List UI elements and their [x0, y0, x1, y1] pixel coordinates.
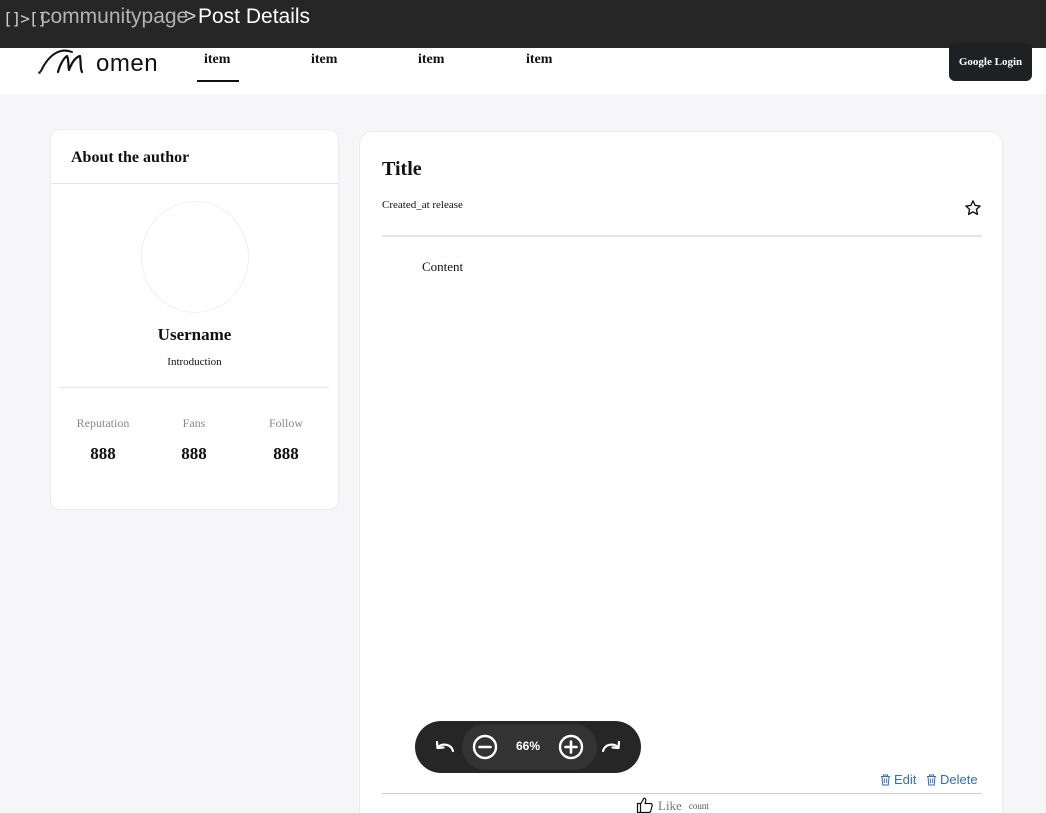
top-navbar: omen item item item item [0, 48, 1046, 94]
breadcrumb-parent[interactable]: communitypage [40, 4, 188, 30]
delete-button[interactable]: Delete [926, 772, 978, 787]
zoom-out-icon [472, 734, 498, 760]
breadcrumb-separator: > [184, 5, 197, 28]
app-logo[interactable]: omen [36, 48, 159, 82]
like-count: count [688, 801, 709, 811]
logo-text: omen [96, 50, 159, 77]
like-button[interactable]: Like count [636, 796, 709, 813]
post-content: Content [422, 259, 464, 274]
like-label: Like [658, 798, 682, 813]
post-title: Title [382, 158, 422, 180]
post-header-divider [382, 235, 982, 237]
logo-mark-icon [38, 49, 84, 74]
edit-button[interactable]: Edit [880, 772, 916, 787]
trash-icon [881, 774, 890, 785]
stat-fans-label: Fans [182, 416, 206, 430]
stat-fans-value: 888 [181, 444, 207, 463]
author-card-heading: About the author [71, 149, 190, 166]
nav-item-4[interactable]: item [526, 52, 552, 68]
author-card: About the author Username Introduction R… [50, 129, 339, 510]
zoom-out-button[interactable] [472, 734, 498, 760]
undo-icon [435, 740, 455, 753]
post-card: Title Created_at release Content Edit De… [359, 131, 1003, 813]
author-card-divider [51, 183, 338, 184]
nav-item-3[interactable]: item [418, 52, 444, 68]
zoom-toolbar: 66% [415, 721, 641, 773]
post-meta: Created_at release [382, 199, 463, 211]
stat-reputation-label: Reputation [76, 416, 130, 430]
redo-button[interactable] [598, 734, 624, 760]
post-footer-divider [382, 793, 982, 794]
stat-reputation-value: 888 [90, 444, 116, 463]
undo-button[interactable] [432, 734, 458, 760]
google-login-button[interactable]: Google Login [949, 43, 1032, 81]
redo-icon [601, 740, 621, 753]
star-icon[interactable] [964, 199, 982, 217]
nav-item-2[interactable]: item [311, 52, 337, 68]
nav-item-1[interactable]: item [204, 52, 230, 68]
author-username[interactable]: Username [51, 325, 338, 345]
author-introduction: Introduction [167, 356, 222, 368]
delete-label: Delete [940, 772, 978, 787]
nav-active-indicator [197, 80, 239, 82]
window-titlebar: []>[] communitypage > Post Details [0, 0, 1046, 48]
breadcrumb-current-page: Post Details [198, 5, 311, 28]
author-avatar[interactable] [141, 201, 249, 313]
thumbs-up-icon [636, 797, 653, 813]
stat-follow-value: 888 [273, 444, 299, 463]
zoom-in-icon [558, 734, 584, 760]
stat-follow-label: Follow [268, 416, 303, 430]
zoom-in-button[interactable] [558, 734, 584, 760]
zoom-level: 66% [515, 739, 541, 753]
stats-divider [60, 387, 329, 388]
edit-label: Edit [894, 772, 917, 787]
trash-icon [927, 774, 936, 785]
